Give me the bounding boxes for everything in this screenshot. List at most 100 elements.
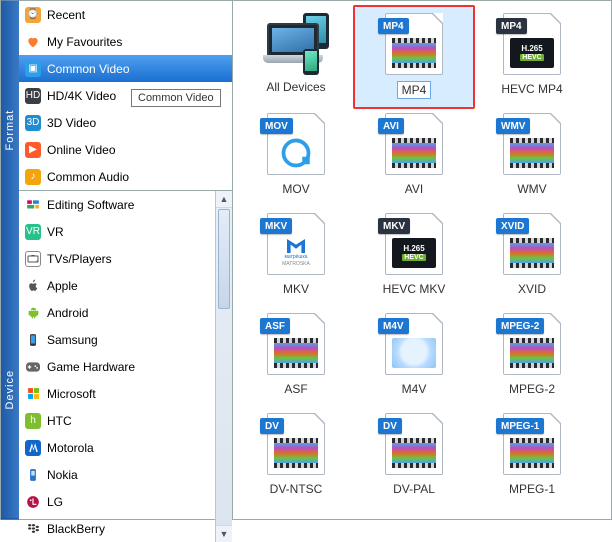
device-item-game-hardware[interactable]: Game Hardware bbox=[19, 353, 215, 380]
edit-icon bbox=[25, 197, 41, 213]
format-item-label: Common Audio bbox=[47, 170, 129, 184]
device-item-htc[interactable]: h HTC bbox=[19, 407, 215, 434]
device-item-label: Editing Software bbox=[47, 198, 134, 212]
device-item-vr[interactable]: VRVR bbox=[19, 218, 215, 245]
file-icon: DV bbox=[385, 413, 443, 475]
format-item-my-favourites[interactable]: My Favourites bbox=[19, 28, 232, 55]
device-item-apple[interactable]: Apple bbox=[19, 272, 215, 299]
format-badge: M4V bbox=[378, 318, 409, 334]
device-list: Editing Software VRVRTVs/Players Apple Andr… bbox=[19, 191, 232, 542]
common-video-icon: ▣ bbox=[25, 61, 41, 77]
file-icon: ASF bbox=[267, 313, 325, 375]
file-icon: DV bbox=[267, 413, 325, 475]
side-tab-format[interactable]: Format bbox=[1, 1, 19, 260]
online-icon: ▶ bbox=[25, 142, 41, 158]
file-icon: WMV bbox=[503, 113, 561, 175]
thumb-label: AVI bbox=[401, 181, 427, 197]
left-panel: Format Device ⌚RecentMy Favourites▣Commo… bbox=[1, 1, 233, 519]
file-icon: MKVH.265HEVC bbox=[385, 213, 443, 275]
format-item-common-audio[interactable]: ♪Common Audio bbox=[19, 163, 232, 190]
thumb-label: HEVC MP4 bbox=[497, 81, 566, 97]
format-thumb-asf[interactable]: ASF ASF bbox=[237, 307, 355, 407]
device-item-label: Android bbox=[47, 306, 88, 320]
format-item-label: 3D Video bbox=[47, 116, 96, 130]
thumb-label: MPEG-1 bbox=[505, 481, 559, 497]
format-thumb-mkv[interactable]: MKVматрёшкаMATROSKAMKV bbox=[237, 207, 355, 307]
format-badge: MKV bbox=[260, 218, 292, 234]
format-thumb-hevc-mp4[interactable]: MP4H.265HEVC HEVC MP4 bbox=[473, 7, 591, 107]
format-item-label: HD/4K Video bbox=[47, 89, 116, 103]
device-item-label: LG bbox=[47, 495, 63, 509]
thumb-label: ASF bbox=[280, 381, 311, 397]
thumb-label: MPEG-2 bbox=[505, 381, 559, 397]
motorola-icon bbox=[25, 440, 41, 456]
format-thumb-mpeg-1[interactable]: MPEG-1 MPEG-1 bbox=[473, 407, 591, 507]
scroll-down-icon[interactable]: ▼ bbox=[216, 525, 232, 542]
format-item-online-video[interactable]: ▶ Online Video bbox=[19, 136, 232, 163]
format-thumb-mpeg-2[interactable]: MPEG-2 MPEG-2 bbox=[473, 307, 591, 407]
thumb-label: MKV bbox=[279, 281, 313, 297]
device-item-label: Nokia bbox=[47, 468, 78, 482]
format-badge: MOV bbox=[260, 118, 293, 134]
device-item-microsoft[interactable]: Microsoft bbox=[19, 380, 215, 407]
file-icon: MP4 bbox=[385, 13, 443, 75]
format-item-common-video[interactable]: ▣Common Video bbox=[19, 55, 232, 82]
device-item-editing-software[interactable]: Editing Software bbox=[19, 191, 215, 218]
format-thumb-all-devices[interactable]: All Devices bbox=[237, 7, 355, 107]
nokia-icon bbox=[25, 467, 41, 483]
scroll-thumb[interactable] bbox=[218, 209, 230, 309]
side-tab-device[interactable]: Device bbox=[1, 260, 19, 520]
format-grid: All DevicesMP4MP4MP4H.265HEVCHEVC MP4MOV… bbox=[233, 1, 611, 519]
device-scrollbar[interactable]: ▲ ▼ bbox=[215, 191, 232, 542]
format-item-recent[interactable]: ⌚Recent bbox=[19, 1, 232, 28]
file-icon: AVI bbox=[385, 113, 443, 175]
format-badge: MKV bbox=[378, 218, 410, 234]
format-thumb-mp4[interactable]: MP4MP4 bbox=[355, 7, 473, 107]
format-thumb-mov[interactable]: MOVMOV bbox=[237, 107, 355, 207]
format-badge: WMV bbox=[496, 118, 530, 134]
device-item-blackberry[interactable]: BlackBerry bbox=[19, 515, 215, 542]
format-badge: DV bbox=[260, 418, 284, 434]
thumb-label: DV-NTSC bbox=[266, 481, 327, 497]
thumb-label: All Devices bbox=[262, 79, 329, 95]
file-icon: MKVматрёшкаMATROSKA bbox=[267, 213, 325, 275]
gamepad-icon bbox=[25, 359, 41, 375]
thumb-label: MP4 bbox=[397, 81, 432, 99]
format-thumb-hevc-mkv[interactable]: MKVH.265HEVCHEVC MKV bbox=[355, 207, 473, 307]
thumb-label: M4V bbox=[398, 381, 431, 397]
thumb-label: XVID bbox=[514, 281, 550, 297]
side-tabs: Format Device bbox=[1, 1, 19, 519]
samsung-icon bbox=[25, 332, 41, 348]
format-item-label: My Favourites bbox=[47, 35, 122, 49]
device-item-android[interactable]: Android bbox=[19, 299, 215, 326]
device-item-label: BlackBerry bbox=[47, 522, 105, 536]
format-badge: XVID bbox=[496, 218, 529, 234]
htc-icon: h bbox=[25, 413, 41, 429]
device-item-label: Samsung bbox=[47, 333, 98, 347]
format-thumb-dv-pal[interactable]: DVDV-PAL bbox=[355, 407, 473, 507]
file-icon: MOV bbox=[267, 113, 325, 175]
file-icon: MPEG-2 bbox=[503, 313, 561, 375]
scroll-up-icon[interactable]: ▲ bbox=[216, 191, 232, 208]
format-thumb-m4v[interactable]: M4V M4V bbox=[355, 307, 473, 407]
vr-icon: VR bbox=[25, 224, 41, 240]
format-item-3d-video[interactable]: 3D 3D Video bbox=[19, 109, 232, 136]
device-item-nokia[interactable]: Nokia bbox=[19, 461, 215, 488]
recent-icon: ⌚ bbox=[25, 7, 41, 23]
3d-icon: 3D bbox=[25, 115, 41, 131]
device-item-motorola[interactable]: Motorola bbox=[19, 434, 215, 461]
format-thumb-avi[interactable]: AVI AVI bbox=[355, 107, 473, 207]
format-thumb-dv-ntsc[interactable]: DV DV-NTSC bbox=[237, 407, 355, 507]
device-item-label: HTC bbox=[47, 414, 72, 428]
format-thumb-wmv[interactable]: WMVWMV bbox=[473, 107, 591, 207]
device-item-tvs-players[interactable]: TVs/Players bbox=[19, 245, 215, 272]
lg-icon bbox=[25, 494, 41, 510]
device-item-samsung[interactable]: Samsung bbox=[19, 326, 215, 353]
hd-icon: HD bbox=[25, 88, 41, 104]
format-item-label: Online Video bbox=[47, 143, 116, 157]
device-item-lg[interactable]: LG bbox=[19, 488, 215, 515]
file-icon: MP4H.265HEVC bbox=[503, 13, 561, 75]
file-icon: MPEG-1 bbox=[503, 413, 561, 475]
device-item-label: Apple bbox=[47, 279, 78, 293]
format-thumb-xvid[interactable]: XVID XVID bbox=[473, 207, 591, 307]
